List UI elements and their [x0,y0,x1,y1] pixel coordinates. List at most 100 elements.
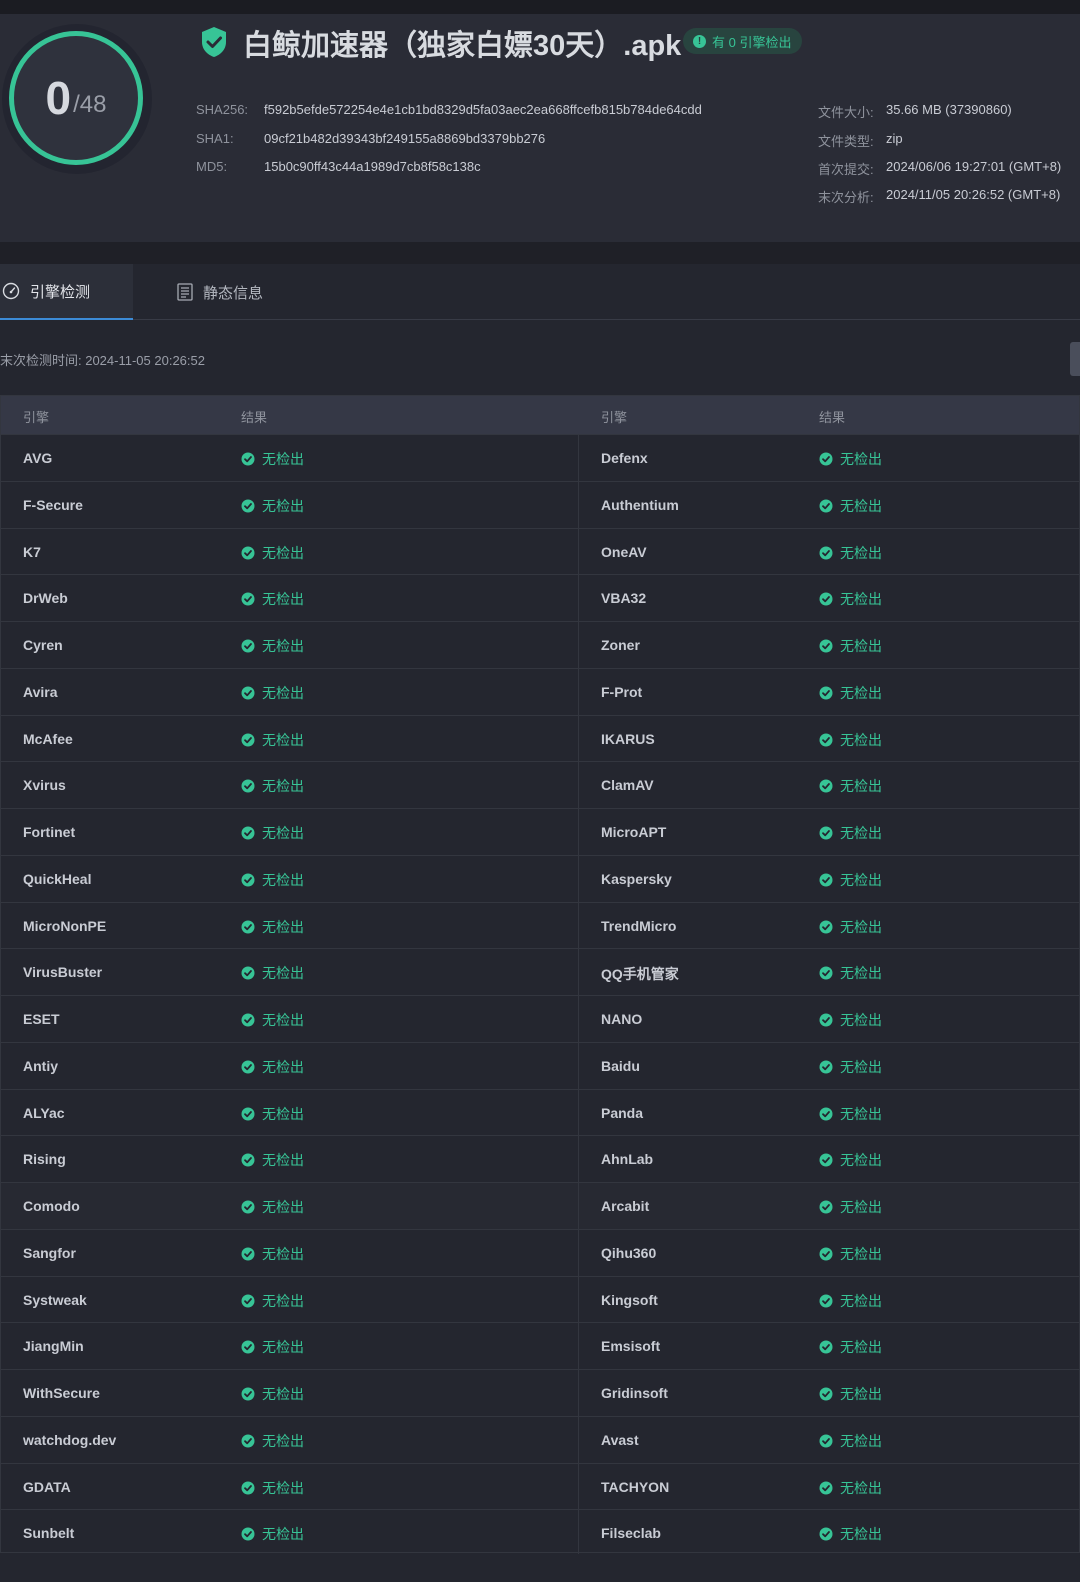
engine-name-right: IKARUS [601,730,655,747]
result-cell-left: 无检出 [241,1010,304,1030]
result-cell-left: 无检出 [241,543,304,563]
engine-name-left: K7 [23,543,41,560]
file-size-label: 文件大小: [818,105,874,120]
table-row: VirusBuster 无检出 QQ手机管家 无检出 [1,948,1079,995]
md5-value[interactable]: 15b0c90ff43c44a1989d7cb8f58c138c [264,159,481,174]
check-circle-icon [819,546,833,559]
result-label: 无检出 [262,778,304,795]
result-label: 无检出 [840,684,882,701]
engine-name-left: DrWeb [23,590,68,607]
engine-name-left: Sunbelt [23,1525,75,1542]
result-cell-right: 无检出 [819,1057,882,1077]
check-circle-icon [241,1107,255,1120]
check-circle-icon [241,546,255,559]
result-label: 无检出 [262,1292,304,1309]
result-label: 无检出 [262,1058,304,1075]
result-cell-right: 无检出 [819,496,882,516]
result-label: 无检出 [262,1479,304,1496]
score-detected: 0 [45,72,72,124]
engine-name-right: NANO [601,1011,643,1027]
check-circle-icon [819,1013,833,1027]
engine-name-left: F-Secure [23,496,83,513]
result-label: 无检出 [262,1199,304,1215]
result-cell-right: 无检出 [819,1197,882,1217]
result-cell-left: 无检出 [241,1384,304,1404]
engine-name-left: JiangMin [23,1338,84,1355]
result-cell-right: 无检出 [819,1478,882,1498]
table-row: Comodo 无检出 Arcabit 无检出 [1,1182,1079,1229]
tab-engine-detection[interactable]: 引擎检测 [0,264,133,320]
engine-name-left: Sangfor [23,1244,76,1261]
result-cell-left: 无检出 [241,1524,304,1544]
check-circle-icon [241,452,255,466]
result-cell-left: 无检出 [241,823,304,843]
result-label: 无检出 [840,871,882,888]
check-circle-icon [241,1434,255,1448]
engine-name-left: ESET [23,1011,60,1027]
table-row: ALYac 无检出 Panda 无检出 [1,1088,1079,1136]
result-cell-right: 无检出 [819,1384,882,1404]
check-circle-icon [819,686,833,700]
engine-name-left: Fortinet [23,824,76,840]
result-cell-left: 无检出 [241,636,304,656]
check-circle-icon [241,733,255,746]
check-circle-icon [241,1294,255,1307]
engine-name-left: VirusBuster [23,964,103,981]
check-circle-icon [241,1387,255,1401]
result-label: 无检出 [840,638,882,654]
result-cell-right: 无检出 [819,1010,882,1030]
result-cell-right: 无检出 [819,917,882,937]
check-circle-icon [241,1060,255,1074]
engine-name-left: ALYac [23,1104,65,1121]
gauge-icon [2,282,20,300]
check-circle-icon [819,592,833,606]
result-label: 无检出 [262,731,304,748]
result-cell-right: 无检出 [819,870,882,890]
engine-name-right: Kingsoft [601,1291,658,1308]
file-title: 白鲸加速器（独家白嫖30天）.apk [243,30,682,62]
result-cell-left: 无检出 [241,1244,304,1264]
result-cell-right: 无检出 [819,776,882,796]
check-circle-icon [241,1200,255,1214]
tab-static-info[interactable]: 静态信息 [177,264,263,320]
result-label: 无检出 [262,825,304,841]
result-label: 无检出 [840,1292,882,1309]
check-circle-icon [819,1340,833,1354]
engine-name-right: Qihu360 [601,1244,657,1261]
result-label: 无检出 [262,1012,304,1028]
check-circle-icon [819,733,833,746]
engine-name-right: MicroAPT [601,824,667,840]
check-circle-icon [819,779,833,793]
engine-name-right: AhnLab [601,1151,654,1168]
check-circle-icon [819,1107,833,1120]
check-circle-icon [819,1200,833,1214]
check-circle-icon [819,1387,833,1401]
check-circle-icon [819,873,833,887]
sha1-value[interactable]: 09cf21b482d39343bf249155a8869bd3379bb276 [264,131,545,146]
tab-bar: 引擎检测 静态信息 [0,264,1080,320]
result-label: 无检出 [262,684,304,701]
result-cell-right: 无检出 [819,963,882,983]
check-circle-icon [819,452,833,466]
engine-name-right: VBA32 [601,590,647,607]
check-circle-icon [819,1247,833,1261]
result-label: 无检出 [262,918,304,935]
last-analysis-value: 2024/11/05 20:26:52 (GMT+8) [886,187,1061,202]
check-circle-icon [241,1527,255,1541]
engine-name-right: TrendMicro [601,917,677,934]
table-row: K7 无检出 OneAV 无检出 [1,527,1079,575]
shield-check-icon [202,27,226,57]
table-row: Cyren 无检出 Zoner 无检出 [1,621,1079,668]
result-cell-left: 无检出 [241,589,304,609]
check-circle-icon [241,499,255,513]
check-circle-icon [819,1294,833,1307]
result-label: 无检出 [840,1012,882,1028]
side-handle[interactable] [1070,342,1080,376]
table-row: Antiy 无检出 Baidu 无检出 [1,1041,1079,1089]
result-label: 无检出 [840,731,882,748]
result-cell-left: 无检出 [241,449,304,469]
first-submit-value: 2024/06/06 19:27:01 (GMT+8) [886,159,1062,174]
result-cell-left: 无检出 [241,963,304,983]
sha256-value[interactable]: f592b5efde572254e4e1cb1bd8329d5fa03aec2e… [264,102,702,117]
result-label: 无检出 [840,451,882,467]
